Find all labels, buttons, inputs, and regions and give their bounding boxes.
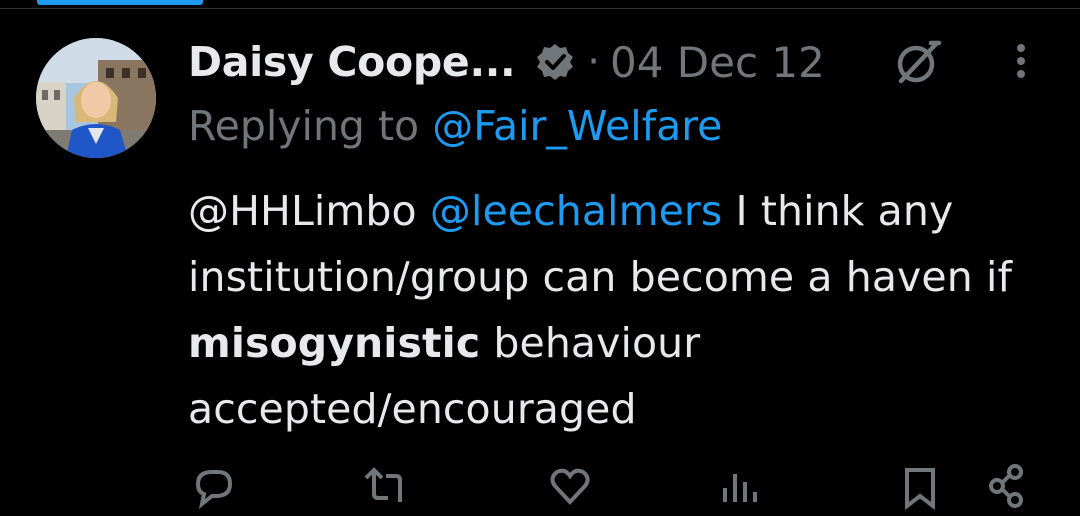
mention-leechalmers[interactable]: @leechalmers [430,187,722,235]
share-icon[interactable] [985,462,1035,512]
like-icon[interactable] [545,462,595,512]
grok-icon[interactable] [893,37,943,87]
mention-hhlimbo[interactable]: @HHLimbo [188,187,417,235]
replying-to-label: Replying to [188,102,420,150]
replying-to-line: Replying to @Fair_Welfare [188,102,722,150]
action-bar [0,462,1080,511]
retweet-icon[interactable] [360,462,410,512]
avatar[interactable] [36,38,156,158]
separator-dot: · [587,39,600,85]
bookmark-icon[interactable] [895,462,945,512]
more-vertical-icon[interactable] [1008,42,1034,86]
active-tab-indicator [37,0,203,5]
reply-icon[interactable] [188,462,238,512]
tweet-text-emphasis: misogynistic [188,319,481,367]
verified-badge-icon[interactable] [535,42,575,82]
tweet-body: @HHLimbo @leechalmers I think any instit… [188,178,1068,442]
author-name[interactable]: Daisy Coope... [188,38,516,86]
tweet-header: Daisy Coope... · 04 Dec 12 [188,36,825,88]
avatar-image [36,38,156,158]
replying-to-mention[interactable]: @Fair_Welfare [432,102,722,150]
views-icon[interactable] [715,462,765,512]
tweet-date[interactable]: 04 Dec 12 [610,38,825,87]
